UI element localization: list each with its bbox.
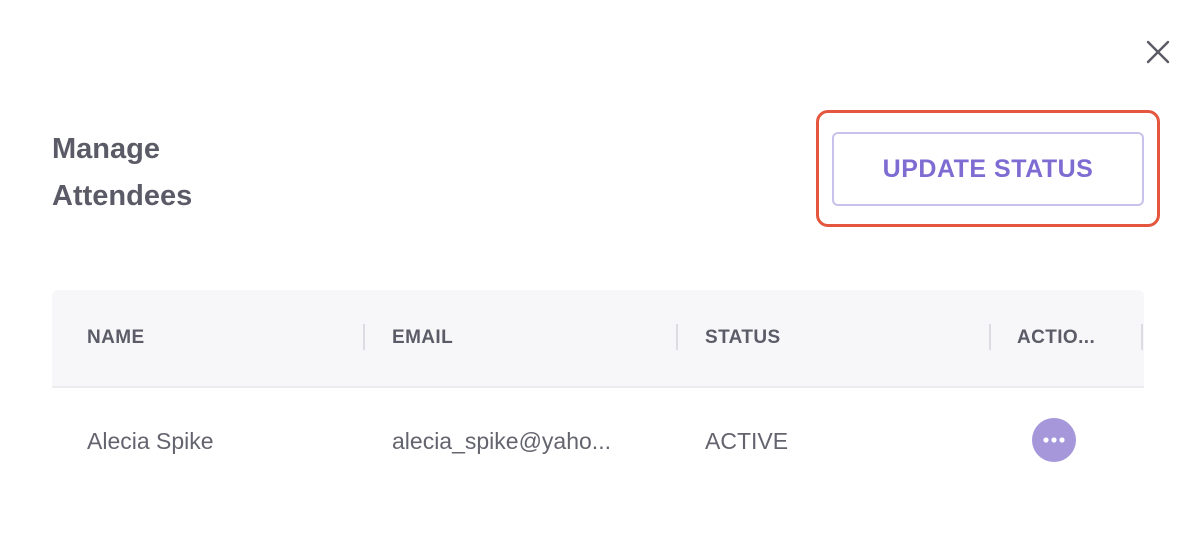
page-title: Manage Attendees [52, 126, 282, 220]
page-title-line-1: Manage [52, 133, 160, 165]
column-header-email[interactable]: EMAIL [392, 290, 453, 386]
row-actions-button[interactable] [1032, 418, 1076, 462]
close-button[interactable] [1143, 37, 1173, 67]
column-resize-handle[interactable] [989, 324, 991, 350]
cell-email: alecia_spike@yaho... [392, 427, 611, 454]
update-status-button[interactable]: UPDATE STATUS [832, 132, 1144, 206]
column-resize-handle[interactable] [676, 324, 678, 350]
column-header-name[interactable]: NAME [87, 290, 145, 386]
more-horizontal-icon [1043, 437, 1065, 443]
cell-name: Alecia Spike [87, 427, 214, 454]
page-title-line-2: Attendees [52, 180, 193, 212]
attendees-table: NAME EMAIL STATUS ACTIO... Alecia Spike … [52, 290, 1144, 494]
table-header: NAME EMAIL STATUS ACTIO... [52, 290, 1144, 388]
close-icon [1146, 40, 1170, 64]
column-resize-handle[interactable] [1141, 324, 1143, 350]
column-header-actions[interactable]: ACTIO... [1017, 290, 1095, 386]
table-row: Alecia Spike alecia_spike@yaho... ACTIVE [52, 388, 1144, 494]
cell-status: ACTIVE [705, 427, 789, 454]
column-resize-handle[interactable] [363, 324, 365, 350]
column-header-status[interactable]: STATUS [705, 290, 781, 386]
